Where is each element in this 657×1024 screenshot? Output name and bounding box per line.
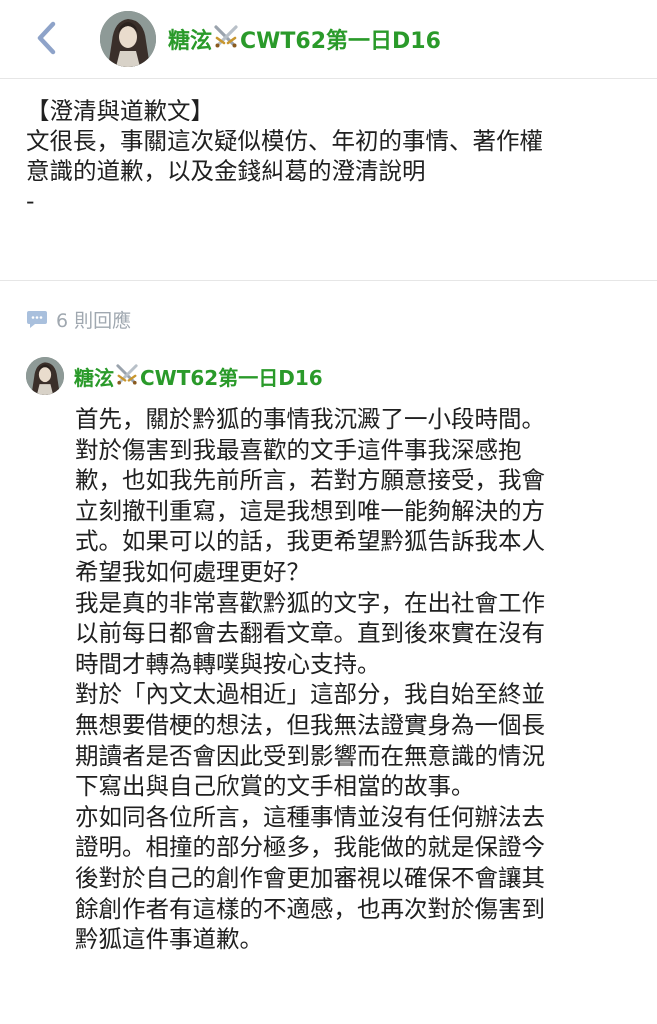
reply-line: 黔狐這件事道歉。: [75, 925, 263, 954]
reply-count[interactable]: 6 則回應: [26, 306, 131, 333]
reply-author-tag: CWT62第一日D16: [140, 366, 323, 390]
author-tag: CWT62第一日D16: [240, 29, 441, 54]
divider: [0, 280, 657, 281]
post-line: 意識的道歉，以及金錢糾葛的澄清說明: [26, 157, 426, 185]
post-line: 【澄清與道歉文】: [26, 97, 214, 125]
reply-line: 亦如同各位所言，這種事情並沒有任何辦法去: [75, 802, 545, 831]
reply-content: 首先，關於黔狐的事情我沉澱了一小段時間。 對於傷害到我最喜歡的文手這件事我深感抱…: [75, 404, 635, 955]
reply-line: 首先，關於黔狐的事情我沉澱了一小段時間。: [75, 405, 545, 433]
post-content: 【澄清與道歉文】 文很長，事關這次疑似模仿、年初的事情、著作權 意識的道歉，以及…: [26, 96, 636, 216]
reply-line: 式。如果可以的話，我更希望黔狐告訴我本人: [75, 527, 545, 556]
author-name-text: 糖泫: [168, 29, 213, 54]
reply-line: 我是真的非常喜歡黔狐的文字，在出社會工作: [75, 588, 545, 617]
reply-line: 後對於自己的創作會更加審視以確保不會讓其: [75, 863, 545, 892]
post-line: -: [26, 187, 35, 215]
crossed-swords-icon: [213, 24, 239, 54]
reply-count-label: 6 則回應: [56, 310, 132, 332]
top-bar: 糖泫 CWT62第一日D16: [0, 0, 657, 79]
reply-line: 立刻撤刊重寫，這是我想到唯一能夠解決的方: [75, 496, 545, 525]
speech-bubble-icon: [27, 310, 47, 328]
reply-line: 希望我如何處理更好？: [75, 557, 310, 586]
reply-avatar[interactable]: [26, 357, 64, 395]
reply-author-text: 糖泫: [74, 366, 114, 390]
reply-line: 無想要借梗的想法，但我無法證實身為一個長: [75, 710, 545, 739]
reply-author-name[interactable]: 糖泫 CWT62第一日D16: [74, 362, 323, 391]
reply-line: 歉，也如我先前所言，若對方願意接受，我會: [75, 466, 545, 495]
reply-line: 證明。相撞的部分極多，我能做的就是保證今: [75, 833, 545, 862]
avatar[interactable]: [100, 11, 156, 67]
chevron-left-icon: [37, 21, 56, 55]
reply-line: 下寫出與自己欣賞的文手相當的故事。: [75, 772, 475, 801]
back-button[interactable]: [28, 18, 64, 58]
crossed-swords-icon: [115, 363, 139, 390]
author-name[interactable]: 糖泫 CWT62第一日D16: [168, 23, 441, 55]
reply-line: 餘創作者有這樣的不適感，也再次對於傷害到: [75, 894, 545, 923]
reply-line: 以前每日都會去翻看文章。直到後來實在沒有: [75, 619, 545, 648]
reply-line: 時間才轉為轉噗與按心支持。: [75, 649, 381, 678]
reply-line: 對於「內文太過相近」這部分，我自始至終並: [75, 680, 545, 709]
post-line: 文很長，事關這次疑似模仿、年初的事情、著作權: [26, 127, 543, 155]
reply-line: 對於傷害到我最喜歡的文手這件事我深感抱: [75, 435, 522, 464]
reply-line: 期讀者是否會因此受到影響而在無意識的情況: [75, 741, 545, 770]
